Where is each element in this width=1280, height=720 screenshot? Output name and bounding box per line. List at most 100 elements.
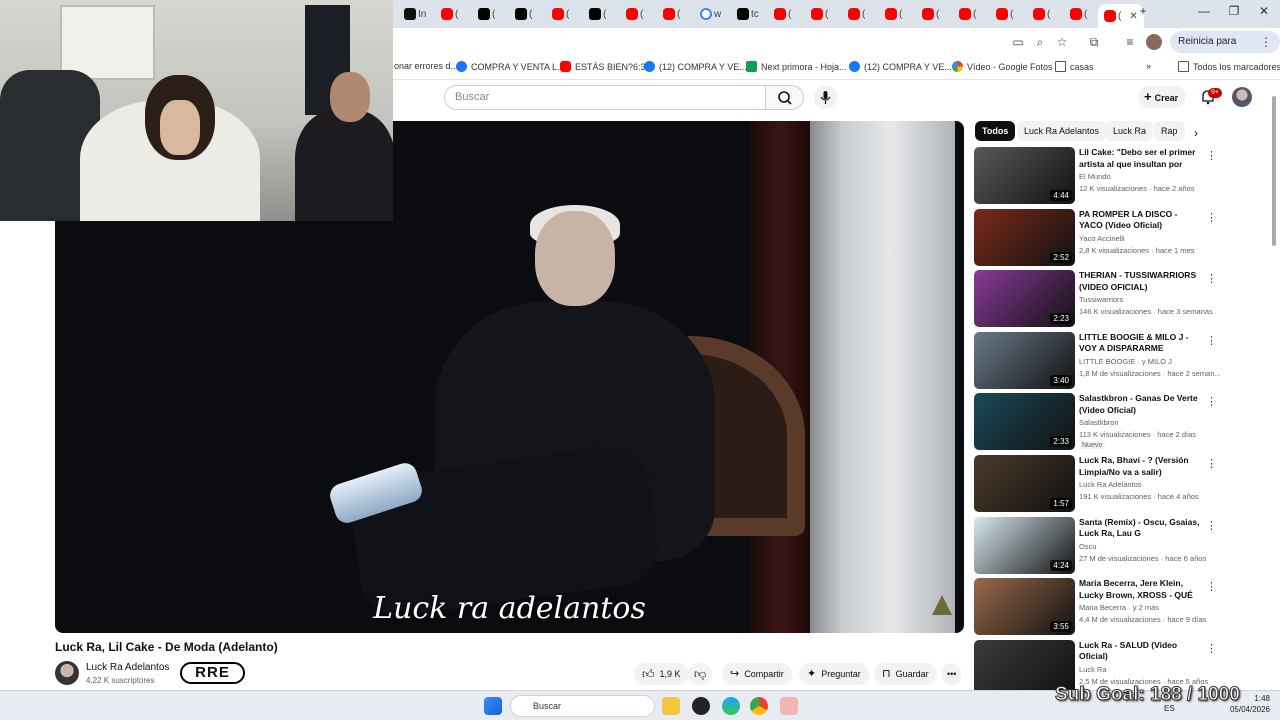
close-window-icon[interactable]: ✕ bbox=[1254, 4, 1274, 18]
bookmarks-overflow-button[interactable]: » bbox=[1146, 61, 1151, 71]
recommended-video[interactable]: 4:24 Santa (Remix) - Oscu, Gsaias, Luck R… bbox=[974, 516, 1219, 575]
browser-tab[interactable]: ( bbox=[515, 4, 532, 24]
recommended-video-title[interactable]: PA ROMPER LA DISCO - YACO (Video Oficial… bbox=[1079, 209, 1201, 232]
filter-chip[interactable]: Luck Ra Adelantos bbox=[1017, 121, 1107, 141]
recommended-video-channel[interactable]: Yaco Accinelli bbox=[1079, 234, 1125, 243]
bookmark-item[interactable]: COMPRA Y VENTA L... bbox=[456, 61, 565, 72]
create-button[interactable]: + Crear bbox=[1138, 86, 1187, 108]
user-avatar[interactable] bbox=[1232, 87, 1252, 107]
bookmark-item[interactable]: (12) COMPRA Y VE... bbox=[849, 61, 952, 72]
recommended-video[interactable]: 3:55 Maria Becerra, Jere Klein, Lucky Bro… bbox=[974, 578, 1219, 636]
browser-tab[interactable]: ( bbox=[774, 4, 791, 24]
recommended-video[interactable]: 2:23 THERIAN - TUSSIWARRIORS (VIDEO OFICI… bbox=[974, 270, 1219, 328]
app-icon[interactable] bbox=[780, 697, 798, 715]
more-options-icon[interactable]: ⋮ bbox=[1206, 519, 1217, 532]
bookmark-item[interactable]: Next primora - Hoja... bbox=[746, 61, 847, 72]
browser-tab[interactable]: tc bbox=[737, 4, 759, 24]
bookmark-item[interactable]: onar errores d... bbox=[394, 61, 458, 71]
recommended-video-title[interactable]: LITTLE BOOGIE & MILO J - VOY A DISPARARM… bbox=[1079, 332, 1201, 355]
recommended-video-title[interactable]: Santa (Remix) - Oscu, Gsaias, Luck Ra, L… bbox=[1079, 517, 1201, 540]
file-explorer-icon[interactable] bbox=[662, 697, 680, 715]
recommended-video-channel[interactable]: Luck Ra Adelantos bbox=[1079, 480, 1142, 489]
recommended-video-channel[interactable]: Maria Becerra · y 2 más bbox=[1079, 603, 1159, 612]
browser-tab[interactable]: ( bbox=[959, 4, 976, 24]
recommended-video[interactable]: 2:33 Salastkbron - Ganas De Verte (Video … bbox=[974, 393, 1219, 451]
browser-tab[interactable]: ( bbox=[626, 4, 643, 24]
video-thumbnail[interactable]: 2:33 bbox=[974, 393, 1075, 451]
voice-search-button[interactable] bbox=[814, 86, 837, 109]
recommended-video-channel[interactable]: El Mundo bbox=[1079, 172, 1111, 181]
chips-next-icon[interactable]: › bbox=[1194, 126, 1198, 140]
more-menu-icon[interactable]: ⋮ bbox=[1258, 34, 1274, 50]
browser-tab[interactable]: ( bbox=[922, 4, 939, 24]
recommended-video-channel[interactable]: Luck Ra bbox=[1079, 665, 1107, 674]
browser-tab[interactable]: ( bbox=[996, 4, 1013, 24]
extensions-icon[interactable]: ⧉ bbox=[1086, 34, 1102, 50]
filter-chip[interactable]: Rap bbox=[1154, 121, 1185, 141]
recommended-video-title[interactable]: Maria Becerra, Jere Klein, Lucky Brown, … bbox=[1079, 578, 1201, 601]
save-button[interactable]: ⊓ Guardar bbox=[874, 663, 937, 685]
all-bookmarks-button[interactable]: Todos los marcadores bbox=[1178, 61, 1280, 72]
recommended-video-channel[interactable]: Salastkbron bbox=[1079, 418, 1119, 427]
recommended-video[interactable]: 3:40 LITTLE BOOGIE & MILO J - VOY A DISPA… bbox=[974, 331, 1221, 390]
ask-button[interactable]: ✦ Preguntar bbox=[799, 663, 869, 685]
recommended-video[interactable]: 4:44 Lil Cake: "Debo ser el primer artist… bbox=[974, 147, 1219, 205]
recommended-video-title[interactable]: Luck Ra, Bhavi - ? (Versión Limpia/No va… bbox=[1079, 455, 1201, 478]
browser-tab[interactable]: ( bbox=[1033, 4, 1050, 24]
more-options-icon[interactable]: ⋮ bbox=[1206, 580, 1217, 593]
search-button[interactable] bbox=[766, 85, 804, 110]
more-options-icon[interactable]: ⋮ bbox=[1206, 334, 1217, 347]
recommended-video-title[interactable]: THERIAN - TUSSIWARRIORS (VIDEO OFICIAL) bbox=[1079, 270, 1201, 293]
bookmark-item[interactable]: ESTÁS BIEN?6:33 bbox=[560, 61, 651, 72]
video-thumbnail[interactable]: 4:44 bbox=[974, 147, 1075, 204]
clock-date[interactable]: 05/04/2026 bbox=[1220, 705, 1270, 714]
browser-tab[interactable]: ( bbox=[552, 4, 569, 24]
profile-avatar-icon[interactable] bbox=[1146, 34, 1162, 50]
share-button[interactable]: ↪ Compartir bbox=[722, 663, 792, 685]
maximize-window-icon[interactable]: ❐ bbox=[1224, 4, 1244, 18]
more-options-icon[interactable]: ⋮ bbox=[1206, 457, 1217, 470]
browser-tab[interactable]: ( bbox=[885, 4, 902, 24]
browser-tab[interactable]: ( bbox=[811, 4, 828, 24]
recommended-video-title[interactable]: Salastkbron - Ganas De Verte (Video Ofic… bbox=[1079, 393, 1201, 416]
more-actions-button[interactable]: ••• bbox=[942, 663, 962, 685]
video-thumbnail[interactable]: 4:24 bbox=[974, 516, 1075, 574]
start-windows-icon[interactable] bbox=[484, 697, 502, 715]
video-thumbnail[interactable]: 2:23 bbox=[974, 270, 1075, 328]
filter-chip[interactable]: Luck Ra bbox=[1106, 121, 1154, 141]
reading-list-icon[interactable]: ≡ bbox=[1122, 34, 1138, 50]
channel-name[interactable]: Luck Ra Adelantos bbox=[86, 662, 169, 673]
recommended-video-title[interactable]: Lil Cake: "Debo ser el primer artista al… bbox=[1079, 147, 1201, 170]
browser-tab[interactable]: ( bbox=[663, 4, 680, 24]
more-options-icon[interactable]: ⋮ bbox=[1206, 272, 1217, 285]
bookmark-item[interactable]: Vídeo - Google Fotos bbox=[952, 61, 1053, 72]
chrome-browser-icon[interactable] bbox=[750, 697, 768, 715]
zoom-icon[interactable]: ⌕ bbox=[1032, 34, 1048, 50]
recommended-video-channel[interactable]: Oscu bbox=[1079, 542, 1097, 551]
more-options-icon[interactable]: ⋮ bbox=[1206, 149, 1217, 162]
search-input[interactable]: Buscar bbox=[444, 85, 766, 110]
app-icon[interactable] bbox=[692, 697, 710, 715]
browser-tab[interactable]: ( bbox=[589, 4, 606, 24]
browser-tab[interactable]: ( bbox=[441, 4, 458, 24]
recommended-video-channel[interactable]: LITTLE BOOGIE · y MILO J bbox=[1079, 357, 1172, 366]
recommended-video[interactable]: 2:52 PA ROMPER LA DISCO - YACO (Video Ofi… bbox=[974, 208, 1219, 267]
browser-tab[interactable]: ( bbox=[478, 4, 495, 24]
browser-tab[interactable]: In bbox=[404, 4, 426, 24]
scrollbar-thumb[interactable] bbox=[1272, 96, 1276, 246]
new-tab-button[interactable]: + bbox=[1133, 4, 1153, 18]
dislike-button[interactable]: 👎︎ bbox=[688, 663, 713, 685]
more-options-icon[interactable]: ⋮ bbox=[1206, 395, 1217, 408]
more-options-icon[interactable]: ⋮ bbox=[1206, 211, 1217, 224]
video-thumbnail[interactable]: 2:52 bbox=[974, 208, 1075, 266]
more-options-icon[interactable]: ⋮ bbox=[1206, 642, 1217, 655]
page-scrollbar[interactable] bbox=[1270, 86, 1278, 696]
recommended-video[interactable]: 1:57 Luck Ra, Bhavi - ? (Versión Limpia/N… bbox=[974, 455, 1219, 513]
filter-chip[interactable]: Todos bbox=[975, 121, 1016, 141]
like-button[interactable]: 👍︎ 1,9 K bbox=[634, 663, 689, 685]
install-app-icon[interactable]: ▭ bbox=[1010, 34, 1026, 50]
recommended-video-channel[interactable]: Tussiwarriors bbox=[1079, 295, 1123, 304]
channel-avatar[interactable] bbox=[55, 661, 79, 685]
clock-time[interactable]: 1:48 bbox=[1226, 694, 1270, 703]
video-thumbnail[interactable]: 3:55 bbox=[974, 578, 1075, 636]
